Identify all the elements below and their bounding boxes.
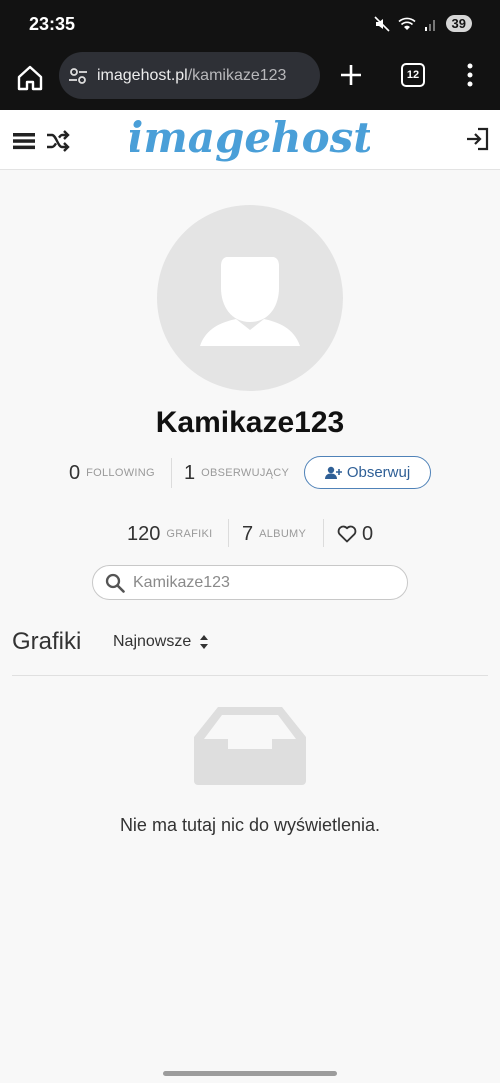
search-input[interactable] <box>133 573 393 592</box>
plus-icon[interactable] <box>336 60 366 90</box>
browser-toolbar: imagehost.pl/kamikaze123 12 <box>0 50 500 110</box>
avatar <box>157 205 343 391</box>
battery-indicator: 39 <box>445 15 472 32</box>
following-count: 0 <box>69 461 81 484</box>
status-icons: 39 <box>373 15 472 32</box>
empty-state-message: Nie ma tutaj nic do wyświetlenia. <box>119 815 381 835</box>
profile-username: Kamikaze123 <box>155 406 345 439</box>
gesture-bar <box>163 1071 337 1076</box>
user-plus-icon <box>324 466 342 479</box>
signal-icon <box>424 19 435 31</box>
default-user-icon <box>200 257 300 346</box>
albums-stat[interactable]: 7 ALBUMY <box>242 517 306 551</box>
section-title: Grafiki <box>12 628 82 655</box>
follow-button-label: Obserwuj <box>346 464 411 481</box>
status-time: 23:35 <box>29 14 76 34</box>
following-stat[interactable]: 0 FOLLOWING <box>69 456 155 490</box>
more-vert-icon[interactable] <box>462 61 478 89</box>
images-stat[interactable]: 120 GRAFIKI <box>127 517 212 551</box>
sort-arrows-icon <box>200 635 209 649</box>
tab-switcher-button[interactable]: 12 <box>401 63 425 87</box>
mute-icon <box>373 15 390 32</box>
sort-label: Najnowsze <box>113 633 192 650</box>
site-logo[interactable]: imagehost <box>130 110 370 168</box>
divider <box>323 519 324 547</box>
followers-count: 1 <box>184 461 196 484</box>
url-text: imagehost.pl/kamikaze123 <box>97 67 286 85</box>
shuffle-icon[interactable] <box>46 130 70 152</box>
following-label: FOLLOWING <box>86 467 155 479</box>
site-header: imagehost <box>0 110 500 170</box>
wifi-icon <box>397 17 416 30</box>
albums-label: ALBUMY <box>259 528 307 540</box>
albums-count: 7 <box>242 522 254 545</box>
status-bar: 23:35 39 <box>0 0 500 50</box>
heart-icon <box>337 525 357 543</box>
profile-search <box>92 565 408 600</box>
login-icon[interactable] <box>464 126 490 152</box>
follow-button[interactable]: Obserwuj <box>304 456 431 489</box>
url-path: /kamikaze123 <box>187 66 287 84</box>
sort-select[interactable]: Najnowsze <box>113 633 209 651</box>
home-icon[interactable] <box>14 62 46 94</box>
images-count: 120 <box>127 522 161 545</box>
search-icon <box>105 573 125 593</box>
section-divider <box>12 675 488 676</box>
content-stats: 120 GRAFIKI 7 ALBUMY 0 <box>0 517 500 549</box>
url-domain: imagehost.pl <box>97 66 188 84</box>
likes-stat[interactable]: 0 <box>337 517 379 551</box>
address-bar[interactable]: imagehost.pl/kamikaze123 <box>59 52 320 99</box>
followers-label: OBSERWUJĄCY <box>201 467 290 479</box>
inbox-icon <box>194 707 306 785</box>
likes-count: 0 <box>362 522 374 545</box>
hamburger-icon[interactable] <box>13 132 35 150</box>
tune-icon[interactable] <box>67 65 89 87</box>
divider <box>228 519 229 547</box>
images-label: GRAFIKI <box>166 528 213 540</box>
logo-text: imagehost <box>130 113 370 162</box>
divider <box>171 458 172 488</box>
followers-stat[interactable]: 1 OBSERWUJĄCY <box>184 456 289 490</box>
